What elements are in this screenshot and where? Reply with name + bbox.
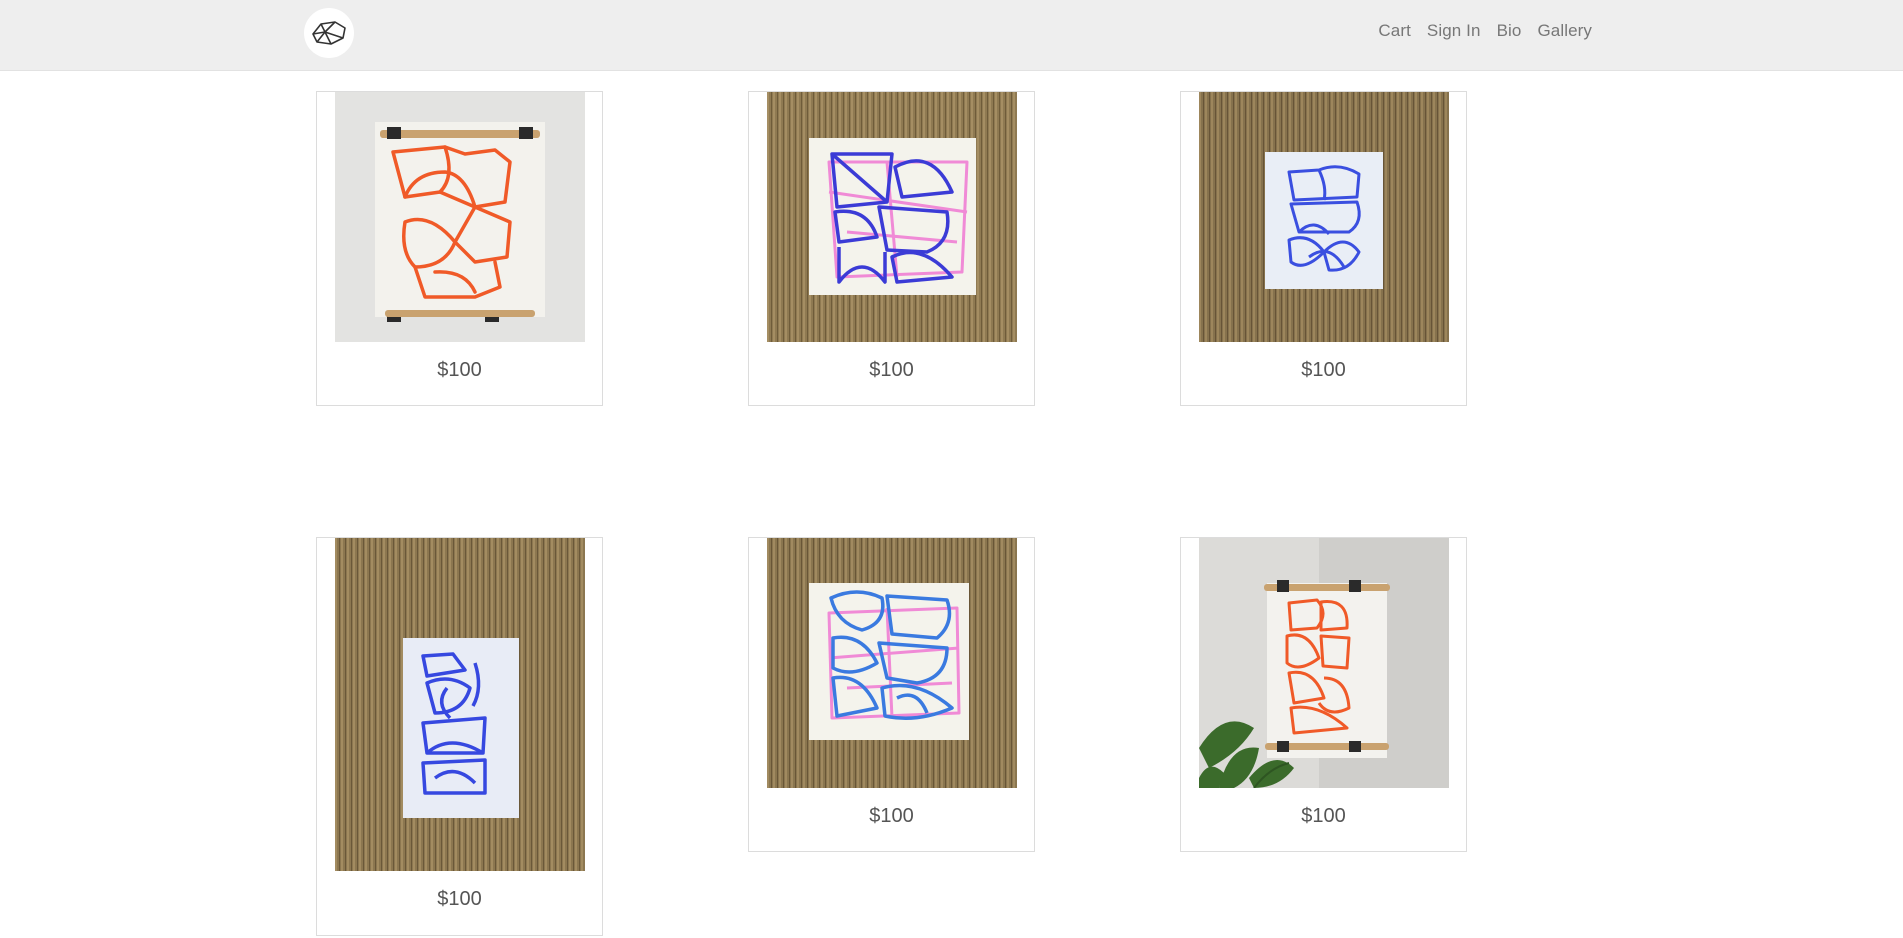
top-navbar: Cart Sign In Bio Gallery <box>0 0 1903 71</box>
product-price: $100 <box>869 805 914 827</box>
product-image[interactable] <box>767 538 1017 788</box>
product-image[interactable] <box>767 92 1017 342</box>
product-price: $100 <box>437 888 482 910</box>
nav-gallery-link[interactable]: Gallery <box>1537 21 1592 41</box>
product-card[interactable]: $100 <box>1180 91 1467 406</box>
logo-icon[interactable] <box>304 8 354 58</box>
product-image[interactable] <box>1199 538 1449 788</box>
product-price: $100 <box>869 359 914 381</box>
product-card[interactable]: $100 <box>748 91 1035 406</box>
product-image[interactable] <box>335 538 585 871</box>
nav-cart-link[interactable]: Cart <box>1378 21 1411 41</box>
product-image[interactable] <box>335 92 585 342</box>
product-card[interactable]: $100 <box>316 537 603 936</box>
product-card[interactable]: $100 <box>316 91 603 406</box>
product-price: $100 <box>1301 805 1346 827</box>
product-price: $100 <box>1301 359 1346 381</box>
product-card[interactable]: $100 <box>748 537 1035 852</box>
product-price: $100 <box>437 359 482 381</box>
nav-sign-in-link[interactable]: Sign In <box>1427 21 1481 41</box>
main-nav: Cart Sign In Bio Gallery <box>1378 21 1592 41</box>
nav-bio-link[interactable]: Bio <box>1497 21 1522 41</box>
product-card[interactable]: $100 <box>1180 537 1467 852</box>
product-image[interactable] <box>1199 92 1449 342</box>
